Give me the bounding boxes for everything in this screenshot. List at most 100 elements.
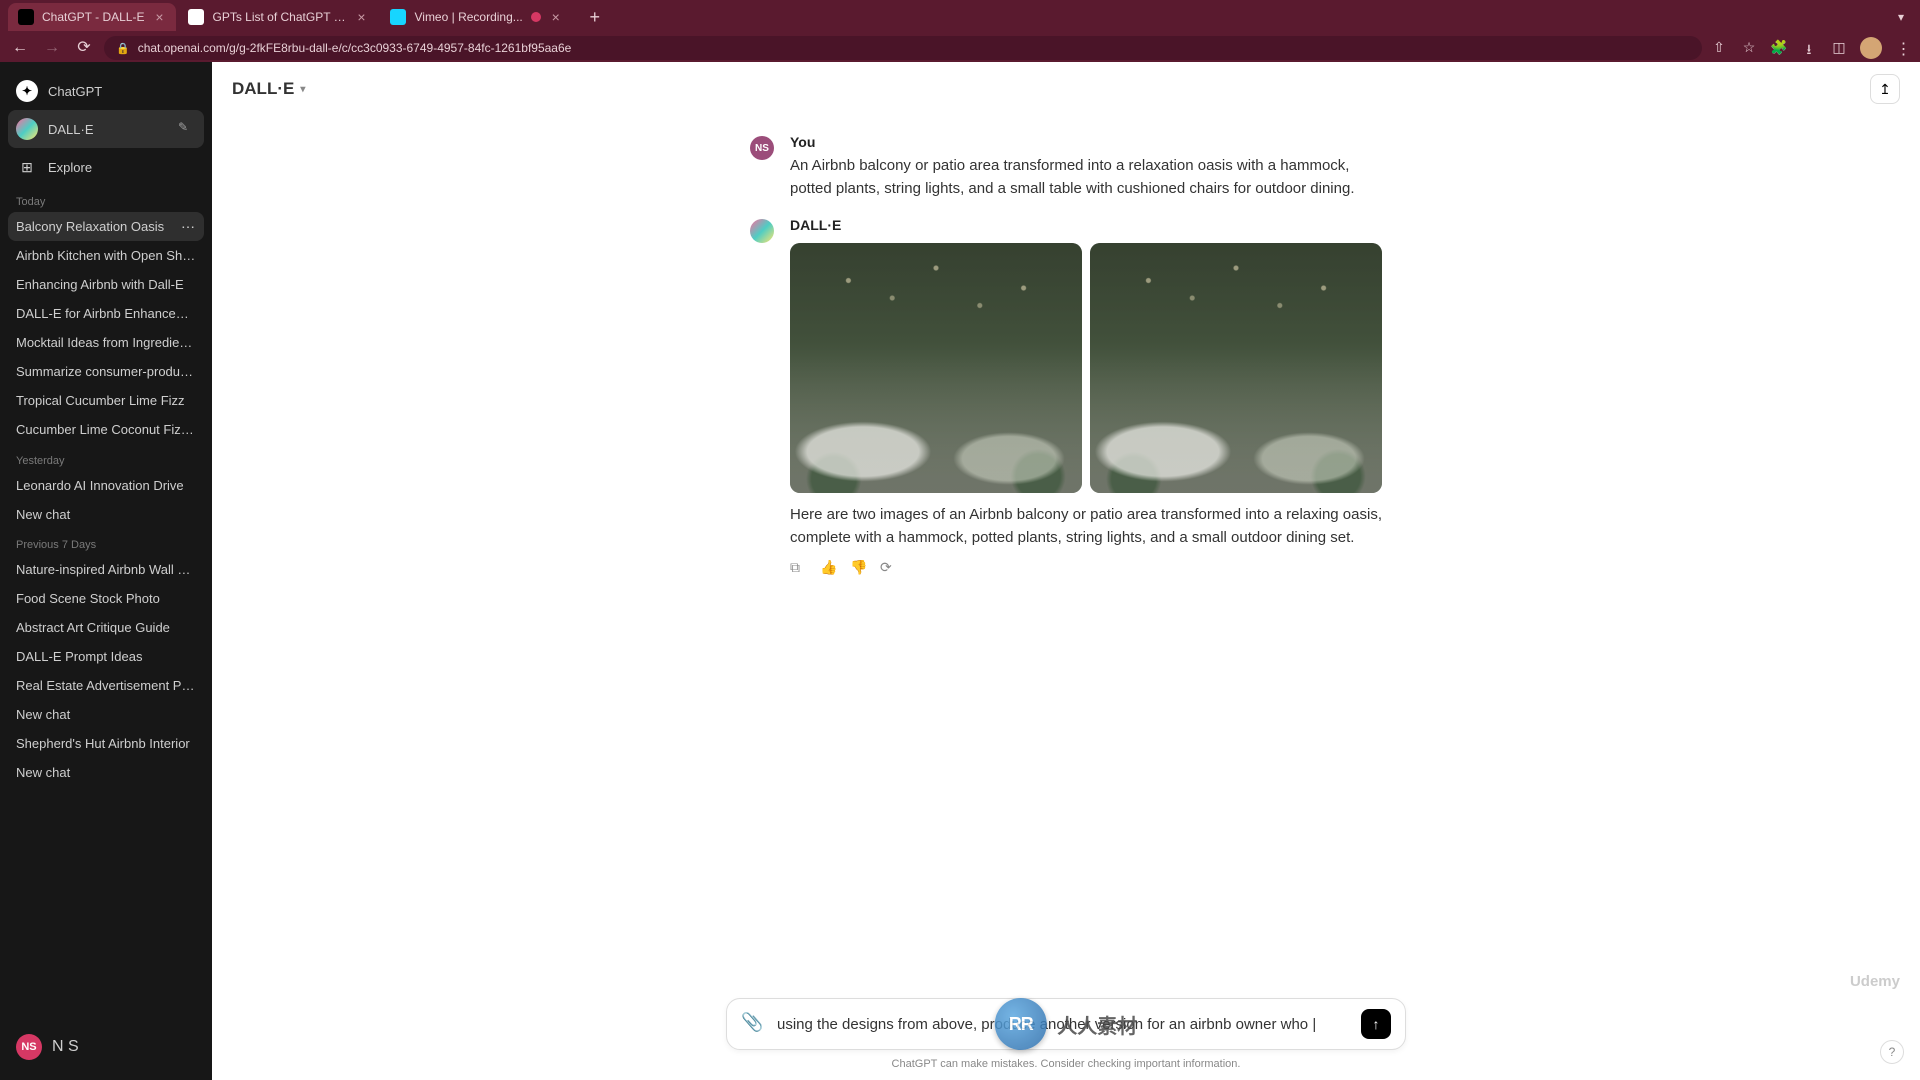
history-title: DALL-E Prompt Ideas bbox=[16, 649, 142, 664]
send-button[interactable]: ↑ bbox=[1361, 1009, 1391, 1039]
history-item[interactable]: Tropical Cucumber Lime Fizz bbox=[8, 386, 204, 415]
model-label: DALL·E bbox=[232, 79, 294, 99]
history-title: Shepherd's Hut Airbnb Interior bbox=[16, 736, 190, 751]
history-title: Real Estate Advertisement Poste bbox=[16, 678, 204, 693]
chatgpt-favicon bbox=[18, 9, 34, 25]
close-icon[interactable]: × bbox=[549, 10, 563, 24]
profile-avatar[interactable] bbox=[1860, 37, 1882, 59]
message-actions: ⧉ 👍 👎 ⟳ bbox=[790, 559, 1382, 579]
back-button[interactable]: ← bbox=[8, 36, 32, 60]
close-icon[interactable]: × bbox=[152, 10, 166, 24]
history-item[interactable]: Summarize consumer-producer c bbox=[8, 357, 204, 386]
tab-vimeo[interactable]: Vimeo | Recording... × bbox=[380, 3, 572, 31]
history-title: Summarize consumer-producer c bbox=[16, 364, 204, 379]
history-item[interactable]: Mocktail Ideas from Ingredients bbox=[8, 328, 204, 357]
reload-button[interactable]: ⟳ bbox=[72, 36, 96, 60]
message-input[interactable] bbox=[777, 1016, 1349, 1033]
attach-icon[interactable]: 📎 bbox=[741, 1012, 765, 1036]
tab-chatgpt[interactable]: ChatGPT - DALL-E × bbox=[8, 3, 176, 31]
app-container: ✦ ChatGPT DALL·E ✎ ⊞ Explore Today Balco… bbox=[0, 62, 1920, 1080]
history-item[interactable]: Food Scene Stock Photo bbox=[8, 584, 204, 613]
history-title: Enhancing Airbnb with Dall-E bbox=[16, 277, 184, 292]
history-title: DALL-E for Airbnb Enhancement bbox=[16, 306, 204, 321]
history-item[interactable]: Nature-inspired Airbnb Wall Mura bbox=[8, 555, 204, 584]
new-tab-button[interactable]: + bbox=[581, 3, 609, 31]
chat-scroll[interactable]: NS You An Airbnb balcony or patio area t… bbox=[212, 116, 1920, 998]
upload-icon: ↥ bbox=[1879, 81, 1891, 98]
regenerate-icon[interactable]: ⟳ bbox=[880, 559, 900, 579]
history-item[interactable]: Cucumber Lime Coconut Fizz 🍹 bbox=[8, 415, 204, 445]
copy-icon[interactable]: ⧉ bbox=[790, 559, 810, 579]
model-selector[interactable]: DALL·E ▾ bbox=[232, 79, 305, 99]
generated-image-1[interactable] bbox=[790, 243, 1082, 493]
history-item[interactable]: Balcony Relaxation Oasis ⋯ bbox=[8, 212, 204, 241]
history-item[interactable]: New chat bbox=[8, 500, 204, 529]
dalle-avatar-icon bbox=[750, 219, 774, 243]
message-text: An Airbnb balcony or patio area transfor… bbox=[790, 154, 1382, 201]
thumbs-up-icon[interactable]: 👍 bbox=[820, 559, 840, 579]
history-item[interactable]: Real Estate Advertisement Poste bbox=[8, 671, 204, 700]
lock-icon: 🔒 bbox=[116, 42, 130, 55]
close-icon[interactable]: × bbox=[354, 10, 368, 24]
generated-image-2[interactable] bbox=[1090, 243, 1382, 493]
sidepanel-icon[interactable]: ◫ bbox=[1830, 39, 1848, 57]
history-item[interactable]: Leonardo AI Innovation Drive bbox=[8, 471, 204, 500]
sidebar-dalle[interactable]: DALL·E ✎ bbox=[8, 110, 204, 148]
history-title: New chat bbox=[16, 707, 70, 722]
sidebar-user[interactable]: NS N S bbox=[8, 1024, 204, 1070]
arrow-up-icon: ↑ bbox=[1373, 1016, 1380, 1032]
explore-label: Explore bbox=[48, 160, 92, 175]
history-title: Airbnb Kitchen with Open Shelvin bbox=[16, 248, 204, 263]
tab-gpts-list[interactable]: GPTs List of ChatGPT | GPTS × bbox=[178, 3, 378, 31]
history-item[interactable]: New chat bbox=[8, 700, 204, 729]
menu-icon[interactable]: ⋮ bbox=[1894, 39, 1912, 57]
udemy-watermark: Udemy bbox=[1850, 973, 1900, 990]
message-text: Here are two images of an Airbnb balcony… bbox=[790, 503, 1382, 550]
help-button[interactable]: ? bbox=[1880, 1040, 1904, 1064]
history-title: Abstract Art Critique Guide bbox=[16, 620, 170, 635]
sidebar-chatgpt[interactable]: ✦ ChatGPT bbox=[8, 72, 204, 110]
url-text: chat.openai.com/g/g-2fkFE8rbu-dall-e/c/c… bbox=[138, 41, 572, 55]
history-item[interactable]: New chat bbox=[8, 758, 204, 787]
image-grid bbox=[790, 243, 1382, 493]
main-header: DALL·E ▾ ↥ bbox=[212, 62, 1920, 116]
history-title: Mocktail Ideas from Ingredients bbox=[16, 335, 197, 350]
dalle-label: DALL·E bbox=[48, 122, 94, 137]
author-label: You bbox=[790, 134, 1382, 150]
vimeo-favicon bbox=[390, 9, 406, 25]
forward-button[interactable]: → bbox=[40, 36, 64, 60]
browser-actions: ⇧ ☆ 🧩 ⭳ ◫ ⋮ bbox=[1710, 37, 1912, 59]
downloads-icon[interactable]: ⭳ bbox=[1800, 39, 1818, 57]
history-title: Balcony Relaxation Oasis bbox=[16, 219, 164, 234]
thumbs-down-icon[interactable]: 👎 bbox=[850, 559, 870, 579]
history-title: Leonardo AI Innovation Drive bbox=[16, 478, 184, 493]
more-icon[interactable]: ⋯ bbox=[181, 218, 196, 235]
history-item[interactable]: DALL-E for Airbnb Enhancement bbox=[8, 299, 204, 328]
tab-dropdown-icon[interactable]: ▾ bbox=[1890, 10, 1912, 24]
chevron-down-icon: ▾ bbox=[300, 84, 305, 95]
chat-inner: NS You An Airbnb balcony or patio area t… bbox=[726, 126, 1406, 587]
section-today: Today bbox=[8, 186, 204, 212]
share-button[interactable]: ↥ bbox=[1870, 74, 1900, 104]
url-field[interactable]: 🔒 chat.openai.com/g/g-2fkFE8rbu-dall-e/c… bbox=[104, 36, 1702, 60]
history-item[interactable]: Airbnb Kitchen with Open Shelvin bbox=[8, 241, 204, 270]
bookmark-icon[interactable]: ☆ bbox=[1740, 39, 1758, 57]
history-item[interactable]: Abstract Art Critique Guide bbox=[8, 613, 204, 642]
tab-title: GPTs List of ChatGPT | GPTS bbox=[212, 10, 346, 24]
history-item[interactable]: Shepherd's Hut Airbnb Interior bbox=[8, 729, 204, 758]
history-item[interactable]: DALL-E Prompt Ideas bbox=[8, 642, 204, 671]
share-icon[interactable]: ⇧ bbox=[1710, 39, 1728, 57]
history-title: New chat bbox=[16, 507, 70, 522]
history-title: New chat bbox=[16, 765, 70, 780]
history-item[interactable]: Enhancing Airbnb with Dall-E bbox=[8, 270, 204, 299]
user-avatar-icon: NS bbox=[750, 136, 774, 160]
edit-icon[interactable]: ✎ bbox=[178, 120, 196, 138]
extensions-icon[interactable]: 🧩 bbox=[1770, 39, 1788, 57]
sidebar-explore[interactable]: ⊞ Explore bbox=[8, 148, 204, 186]
sidebar: ✦ ChatGPT DALL·E ✎ ⊞ Explore Today Balco… bbox=[0, 62, 212, 1080]
tab-title: ChatGPT - DALL-E bbox=[42, 10, 144, 24]
section-prev7: Previous 7 Days bbox=[8, 529, 204, 555]
gpts-favicon bbox=[188, 9, 204, 25]
assistant-message: DALL·E Here are two images of an Airbnb … bbox=[726, 209, 1406, 588]
recording-indicator-icon bbox=[531, 12, 541, 22]
